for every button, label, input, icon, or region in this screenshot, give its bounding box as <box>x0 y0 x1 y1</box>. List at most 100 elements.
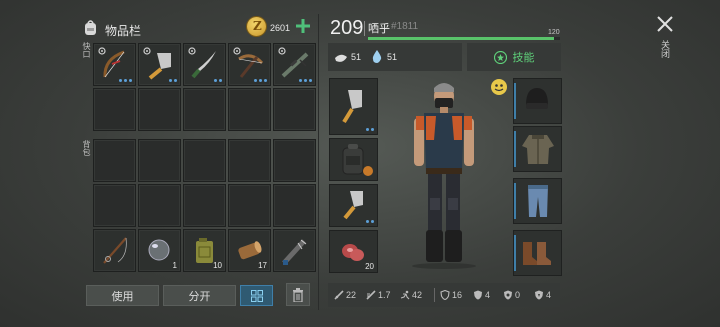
player-id: #1811 <box>391 21 419 32</box>
bow-icon <box>103 50 125 78</box>
quick-slot-4[interactable] <box>228 43 271 86</box>
quick-slot-5[interactable] <box>273 43 316 86</box>
close-label[interactable]: 关闭 <box>660 40 670 58</box>
backpack-slot[interactable] <box>183 88 226 131</box>
backpack-slot[interactable] <box>228 139 271 182</box>
speed-icon <box>366 290 376 300</box>
add-coins-button[interactable] <box>295 18 311 34</box>
stat-damage: 22 <box>334 290 356 300</box>
quick-slot-3[interactable] <box>183 43 226 86</box>
quick-slots-label: 快口 <box>82 42 91 58</box>
equip-slot-feet[interactable] <box>513 230 562 276</box>
delete-button[interactable] <box>286 283 310 306</box>
player-name: 哂乎 <box>368 23 390 35</box>
equip-slot-backpack[interactable] <box>329 138 378 181</box>
water-value: 51 <box>387 52 398 62</box>
backpack-slot[interactable] <box>93 139 136 182</box>
xp-bar-fill <box>368 37 555 40</box>
panel-divider <box>318 14 319 310</box>
backpack-slot-fuel-can[interactable]: 10 <box>183 229 226 272</box>
armor-icon <box>474 290 482 300</box>
stat-cold-resist: 0 <box>503 290 520 300</box>
backpack-slot[interactable] <box>183 184 226 227</box>
backpack-slot-fishing-rod[interactable] <box>93 229 136 272</box>
backpack-slot[interactable] <box>273 184 316 227</box>
equip-slot-food[interactable]: 20 <box>329 230 378 273</box>
emote-icon[interactable] <box>491 79 507 95</box>
equip-slot-weapon[interactable] <box>329 78 378 135</box>
stat-armor: 4 <box>473 290 490 300</box>
water-icon <box>372 50 382 68</box>
trash-icon <box>293 287 303 302</box>
skills-button[interactable]: 技能 <box>467 43 561 71</box>
backpack-slot[interactable] <box>183 139 226 182</box>
equip-slot-body[interactable] <box>513 126 562 172</box>
player-character <box>404 80 484 270</box>
stats-separator <box>434 288 435 302</box>
rifle-icon <box>281 52 309 78</box>
backpack-slot[interactable] <box>138 184 181 227</box>
cold-icon <box>504 290 512 300</box>
heat-icon <box>535 290 543 300</box>
run-icon <box>400 290 410 300</box>
backpack-slot[interactable] <box>138 139 181 182</box>
item-quantity: 17 <box>258 261 267 270</box>
backpack-slot[interactable] <box>273 139 316 182</box>
split-button[interactable]: 分开 <box>163 285 236 306</box>
stat-move-speed: 42 <box>400 290 422 300</box>
cleaver-icon <box>342 90 362 124</box>
cleaver-icon <box>148 53 171 80</box>
item-quantity: 20 <box>365 262 374 271</box>
backpack-slot[interactable] <box>93 88 136 131</box>
meat-icon <box>342 244 364 261</box>
equip-slot-secondary[interactable] <box>329 184 378 227</box>
item-quantity: 1 <box>172 261 177 270</box>
close-icon <box>657 16 673 32</box>
backpack-slot[interactable] <box>138 88 181 131</box>
machete-icon <box>191 51 216 79</box>
equip-slot-head[interactable] <box>513 78 562 124</box>
stat-defense: 16 <box>440 290 462 300</box>
pants-icon <box>528 185 548 217</box>
backpack-slot[interactable] <box>228 88 271 131</box>
use-button[interactable]: 使用 <box>86 285 159 306</box>
close-button[interactable] <box>654 13 676 35</box>
skills-star-icon <box>493 50 507 64</box>
glass-sphere-icon <box>148 239 170 261</box>
backpack-icon <box>83 19 98 36</box>
skills-label: 技能 <box>512 52 535 64</box>
item-quantity: 10 <box>213 261 222 270</box>
quick-slot-2[interactable] <box>138 43 181 86</box>
player-level: 209 <box>330 17 364 39</box>
inventory-title: 物品栏 <box>105 24 142 38</box>
shield-icon <box>440 290 450 300</box>
backpack-slot-log[interactable]: 17 <box>228 229 271 272</box>
cleaver-icon <box>343 191 363 220</box>
food-value: 51 <box>351 52 362 62</box>
stat-attack-speed: 1.7 <box>366 290 391 300</box>
spiked-bat-icon <box>282 239 307 265</box>
xp-max: 120 <box>548 29 560 36</box>
boots-icon <box>523 242 551 265</box>
coin-count: 2601 <box>270 23 291 33</box>
sword-icon <box>334 290 344 300</box>
equip-slot-legs[interactable] <box>513 178 562 224</box>
backpack-slot-glass-sphere[interactable]: 1 <box>138 229 181 272</box>
grid-icon <box>250 289 263 302</box>
jacket-icon <box>522 135 554 164</box>
quick-slot-1[interactable] <box>93 43 136 86</box>
xp-bar-track <box>368 37 560 40</box>
stat-heat-resist: 4 <box>534 290 551 300</box>
backpack-slot-spiked-bat[interactable] <box>273 229 316 272</box>
backpack-badge-icon <box>363 166 373 176</box>
backpack-slot[interactable] <box>273 88 316 131</box>
sort-grid-button[interactable] <box>240 285 273 306</box>
helmet-icon <box>526 88 548 109</box>
backpack-slot[interactable] <box>93 184 136 227</box>
fishing-rod-icon <box>103 237 127 264</box>
coin-icon: Z <box>247 17 266 36</box>
backpack-slot[interactable] <box>228 184 271 227</box>
crossbow-icon <box>238 54 264 78</box>
food-icon <box>334 51 348 69</box>
backpack-label: 背包 <box>82 140 91 156</box>
